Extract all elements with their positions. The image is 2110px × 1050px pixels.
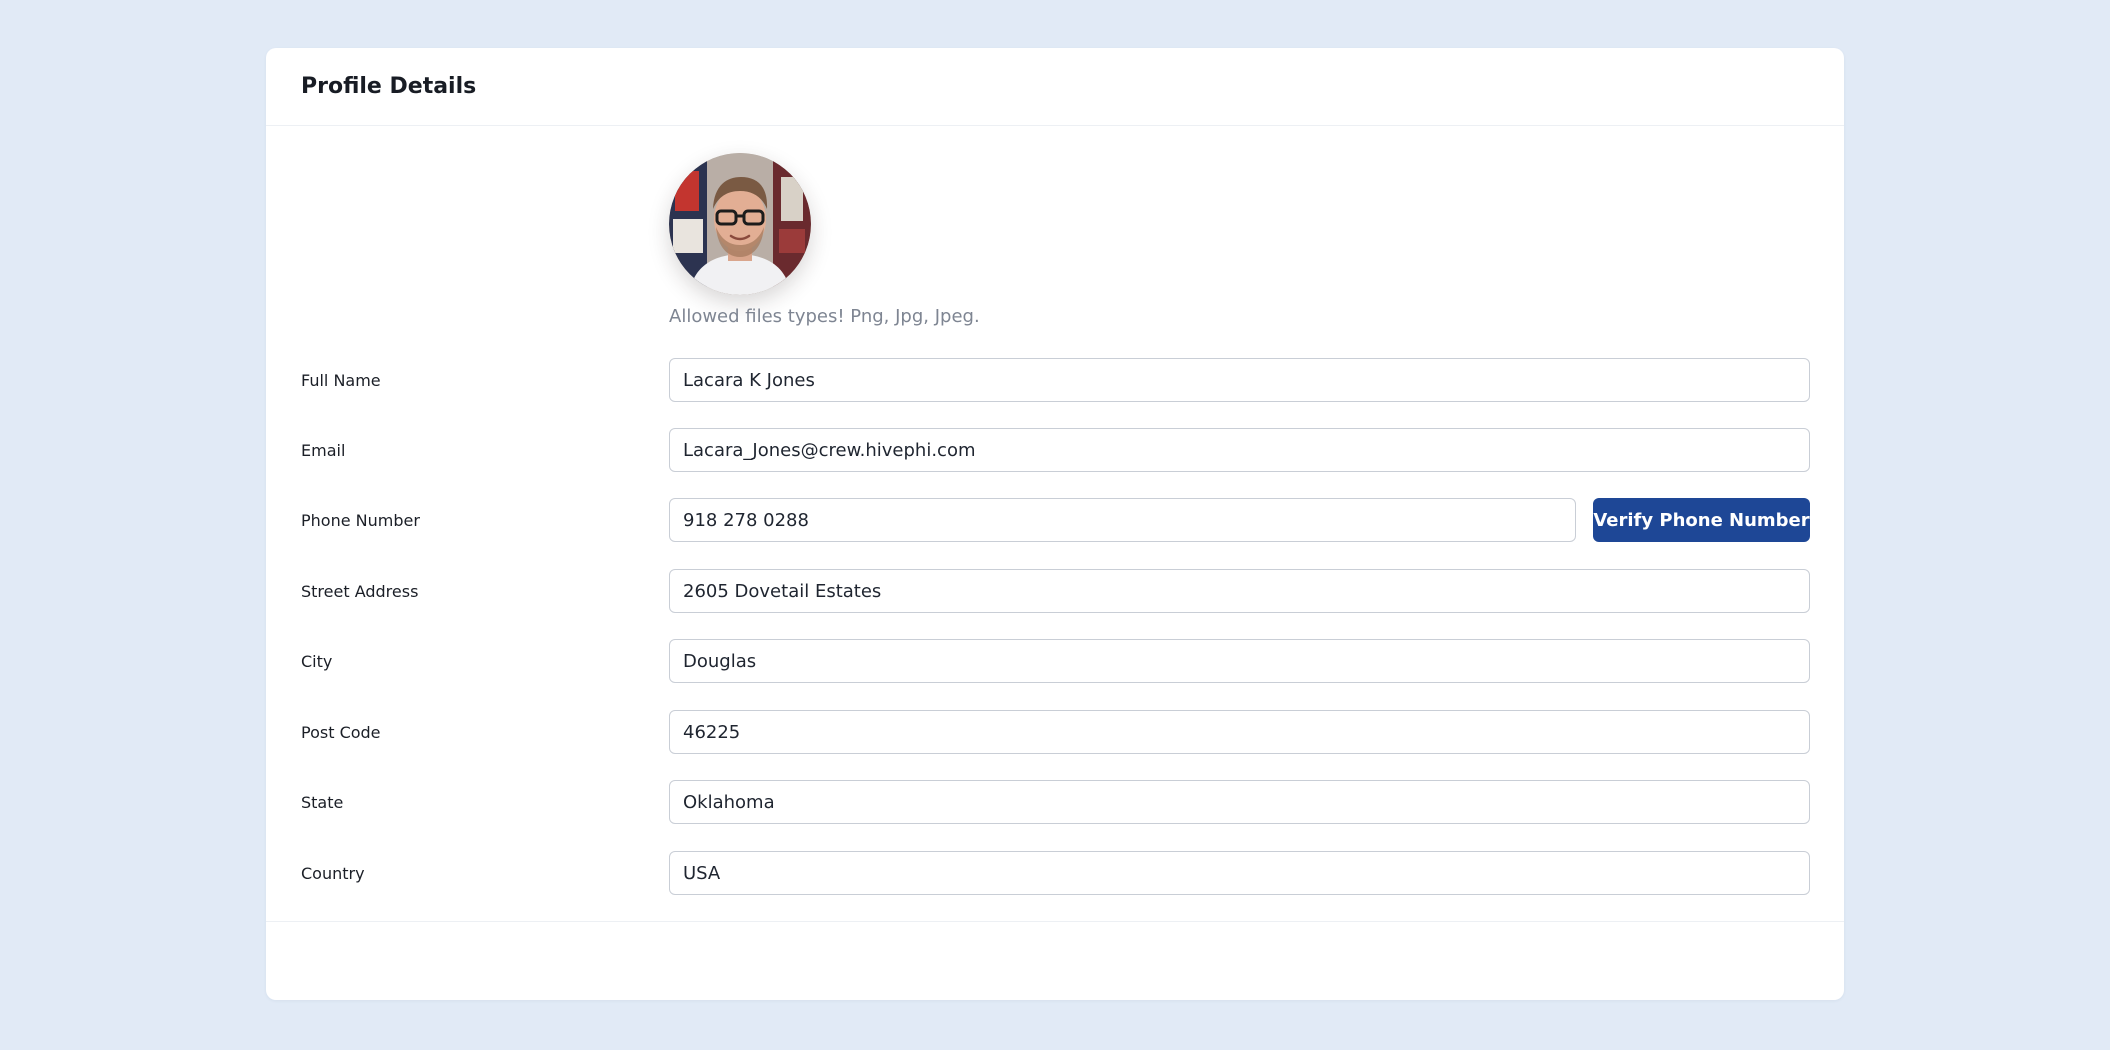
country-input[interactable] [669,851,1810,895]
full-name-label: Full Name [301,371,381,390]
form-row-country: Country [266,851,1844,897]
country-label: Country [301,864,365,883]
form-row-street-address: Street Address [266,569,1844,615]
city-input[interactable] [669,639,1810,683]
post-code-label: Post Code [301,723,381,742]
email-input[interactable] [669,428,1810,472]
form-row-email: Email [266,428,1844,474]
full-name-input[interactable] [669,358,1810,402]
verify-phone-number-button[interactable]: Verify Phone Number [1593,498,1810,542]
form-row-city: City [266,639,1844,685]
form-row-full-name: Full Name [266,358,1844,404]
avatar-photo [669,153,811,295]
post-code-input[interactable] [669,710,1810,754]
card-footer-divider [266,921,1844,922]
city-label: City [301,652,333,671]
state-input[interactable] [669,780,1810,824]
avatar-uploader[interactable] [669,153,811,295]
profile-details-card: Profile Details Allowed files types! Png… [266,48,1844,1000]
phone-number-label: Phone Number [301,511,420,530]
street-address-input[interactable] [669,569,1810,613]
email-label: Email [301,441,346,460]
page-title: Profile Details [301,74,477,99]
phone-number-input[interactable] [669,498,1576,542]
form-row-phone-number: Phone Number Verify Phone Number [266,498,1844,544]
allowed-file-types-hint: Allowed files types! Png, Jpg, Jpeg. [669,306,980,327]
state-label: State [301,793,344,812]
form-row-state: State [266,780,1844,826]
street-address-label: Street Address [301,582,419,601]
avatar[interactable] [669,153,811,295]
card-header: Profile Details [266,48,1844,126]
form-row-post-code: Post Code [266,710,1844,756]
